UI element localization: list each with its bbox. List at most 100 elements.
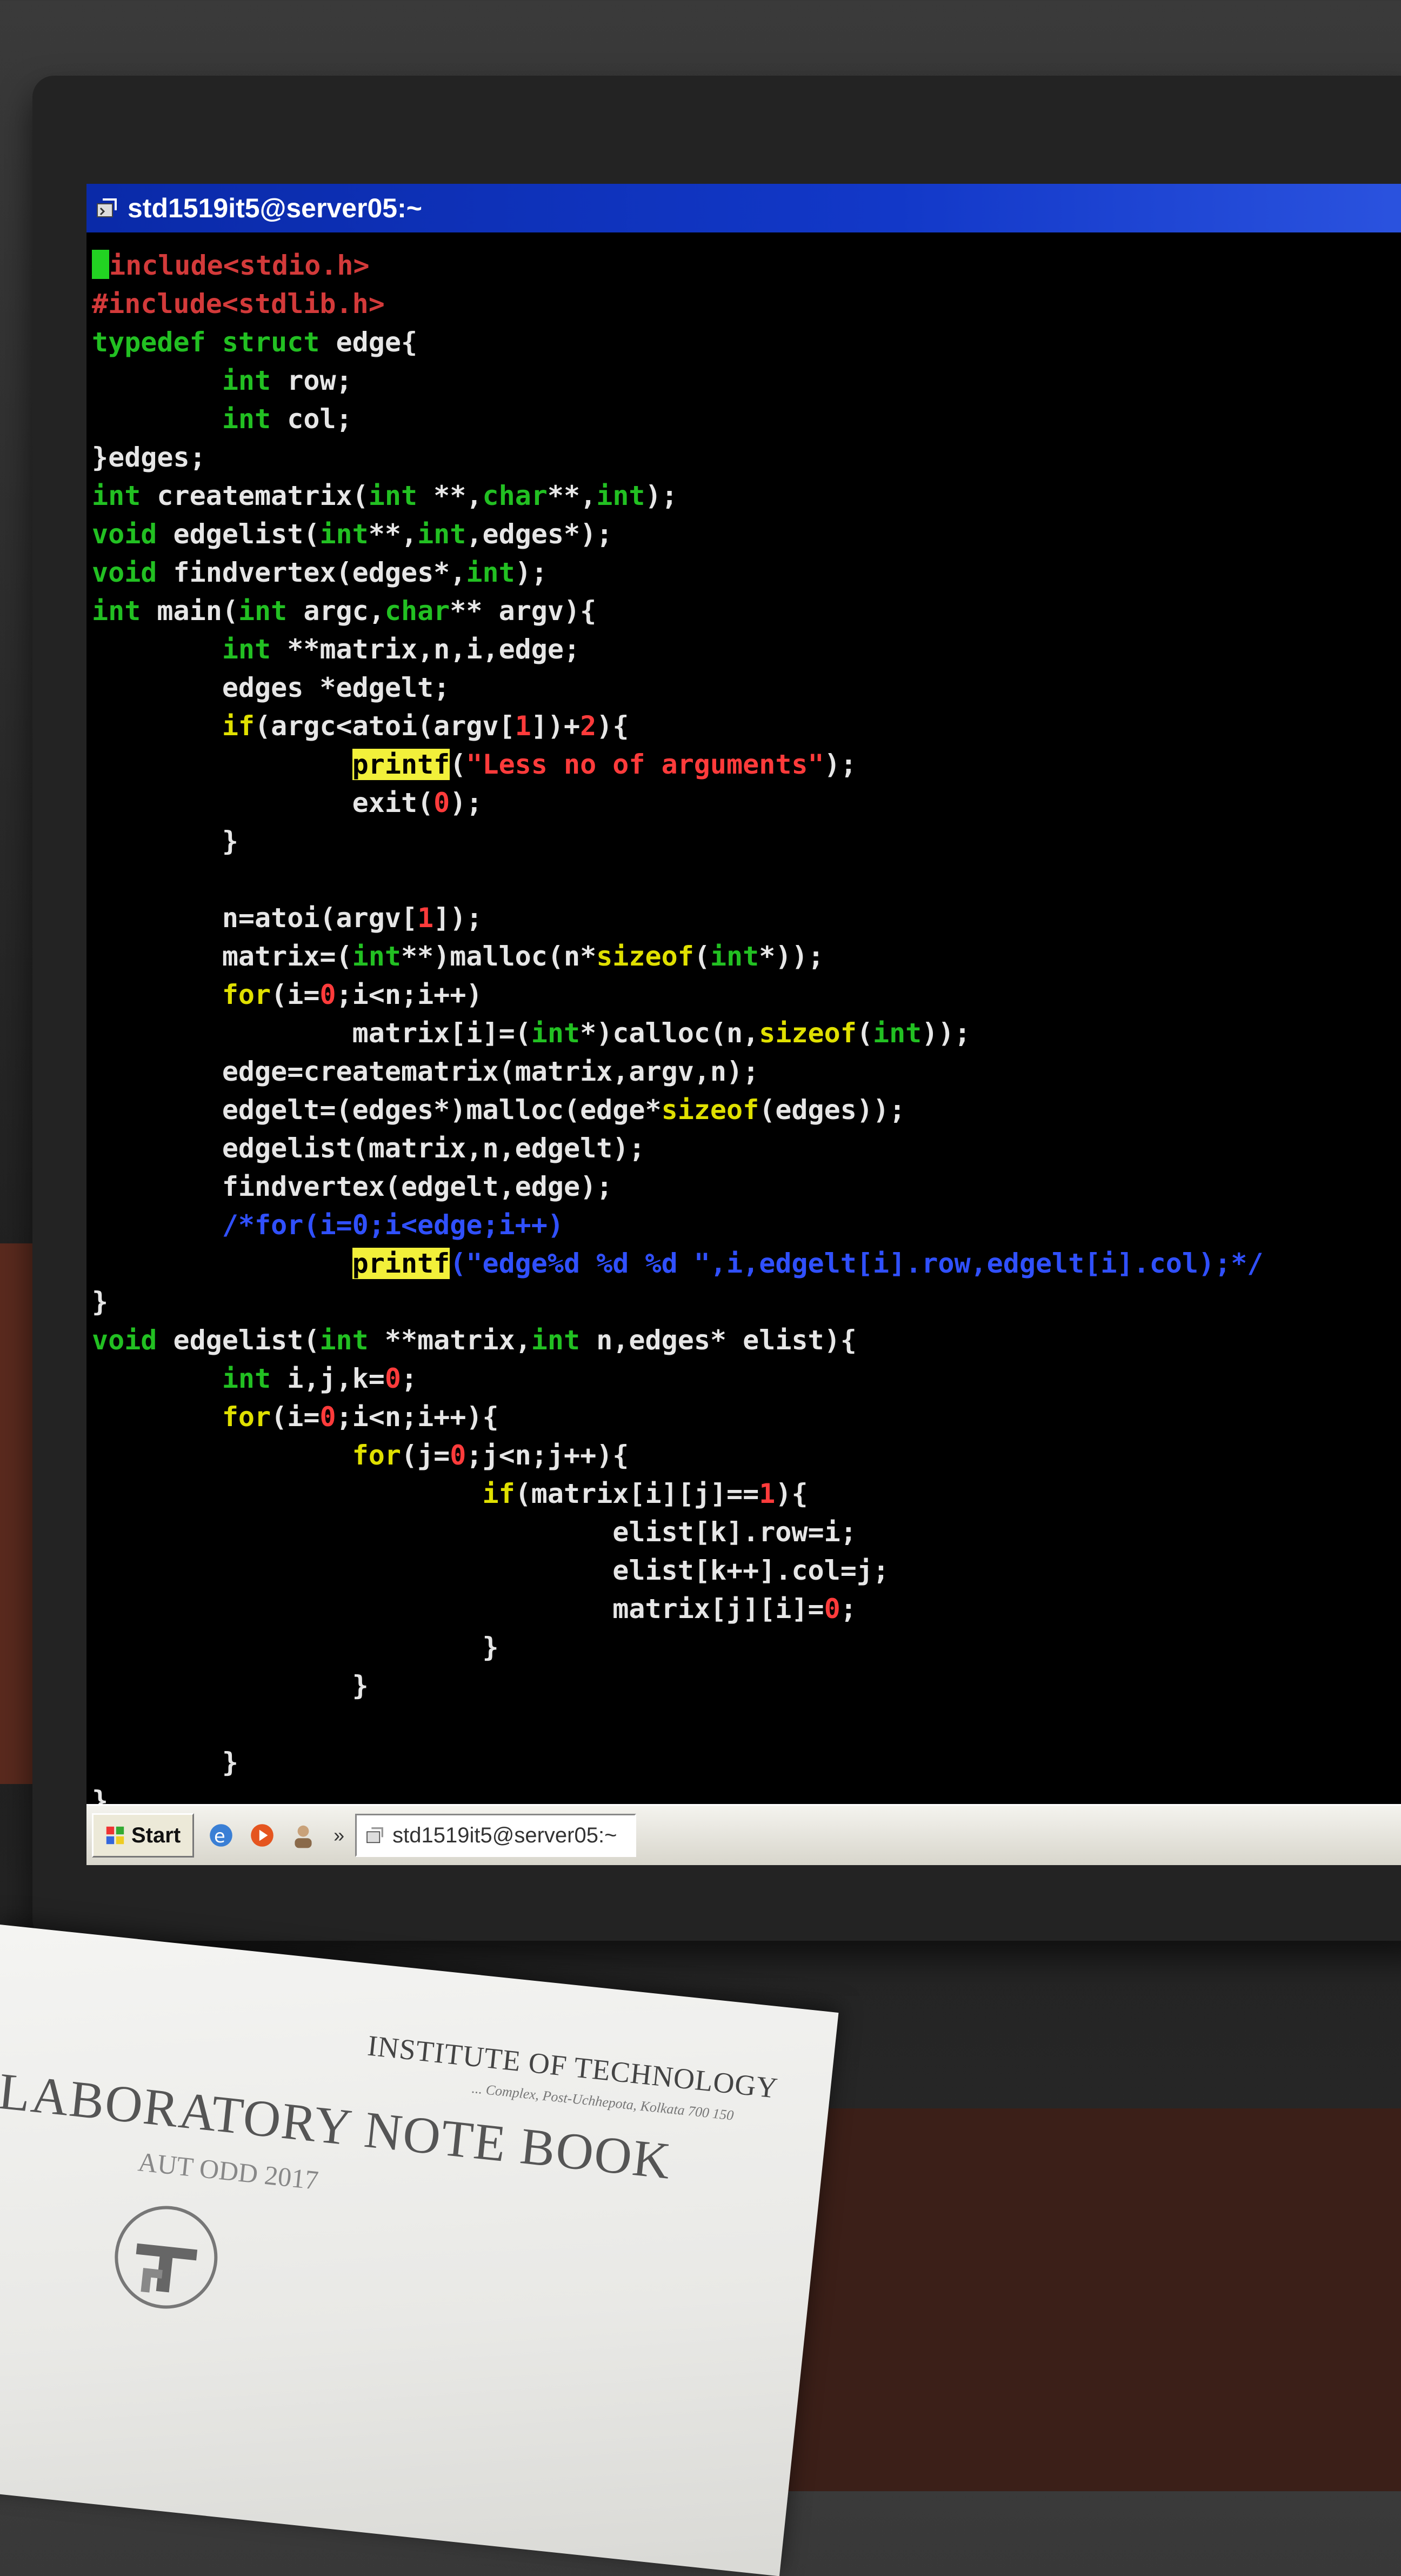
- code-line: int creatematrix(int **,char**,int);: [86, 477, 1401, 515]
- code-token: 0: [319, 979, 336, 1010]
- code-token: int: [92, 480, 141, 511]
- code-token: findvertex(edges*,: [157, 557, 466, 588]
- code-token: edges *edgelt;: [92, 672, 450, 703]
- code-token: ,edges*);: [466, 518, 613, 550]
- code-token: edgelt=(edges*)malloc(edge*: [92, 1094, 662, 1126]
- code-line: findvertex(edgelt,edge);: [86, 1168, 1401, 1206]
- code-token: int: [319, 1324, 369, 1356]
- code-line: }: [86, 1667, 1401, 1705]
- start-button[interactable]: Start: [92, 1813, 195, 1858]
- code-token: edge{: [319, 327, 418, 358]
- code-token: void: [92, 518, 157, 550]
- code-token: );: [645, 480, 678, 511]
- code-line: int i,j,k=0;: [86, 1360, 1401, 1398]
- code-line: matrix=(int**)malloc(n*sizeof(int*));: [86, 937, 1401, 976]
- code-token: ;: [401, 1363, 418, 1394]
- code-line: include<stdio.h>: [86, 247, 1401, 285]
- code-line: if(matrix[i][j]==1){: [86, 1475, 1401, 1513]
- code-token: int: [531, 1017, 581, 1049]
- screen: std1519it5@server05:~ include<stdio.h> #i…: [86, 184, 1401, 1865]
- code-token: **,: [368, 518, 418, 550]
- code-token: sizeof: [596, 941, 694, 972]
- code-token: int: [222, 365, 271, 396]
- code-line: }: [86, 1283, 1401, 1321]
- code-line: void edgelist(int **matrix,int n,edges* …: [86, 1321, 1401, 1360]
- code-token: edgelist(: [157, 1324, 320, 1356]
- window-title: std1519it5@server05:~: [128, 193, 422, 223]
- code-line: edges *edgelt;: [86, 669, 1401, 707]
- text-cursor: [92, 250, 109, 279]
- code-token: ){: [596, 710, 629, 742]
- code-token: **,: [417, 480, 483, 511]
- code-token: (: [856, 1017, 873, 1049]
- code-token: ));: [922, 1017, 971, 1049]
- internet-explorer-icon[interactable]: e: [207, 1821, 235, 1849]
- taskbar: Start e » std1519it5@server05:~: [86, 1804, 1401, 1865]
- code-line: int **matrix,n,i,edge;: [86, 630, 1401, 669]
- code-token: #include<stdlib.h>: [92, 288, 385, 319]
- terminal-app-icon: [97, 198, 117, 217]
- code-token: edgelist(: [157, 518, 320, 550]
- code-token: **,: [547, 480, 597, 511]
- code-token: char: [482, 480, 548, 511]
- code-token: sizeof: [759, 1017, 857, 1049]
- user-icon[interactable]: [289, 1821, 317, 1849]
- code-token: 0: [824, 1593, 840, 1625]
- media-player-icon[interactable]: [248, 1821, 276, 1849]
- code-line: if(argc<atoi(argv[1])+2){: [86, 707, 1401, 745]
- code-token: matrix[i]=(: [92, 1017, 531, 1049]
- institute-logo-icon: [115, 2206, 218, 2309]
- code-token: include<stdio.h>: [109, 250, 370, 281]
- code-token: exit(: [92, 787, 434, 818]
- code-line: printf("Less no of arguments");: [86, 745, 1401, 784]
- code-token: int: [222, 634, 271, 665]
- code-token: int: [319, 518, 369, 550]
- code-token: **matrix,: [368, 1324, 531, 1356]
- code-token: **)malloc(n*: [401, 941, 597, 972]
- code-token: }edges;: [92, 442, 206, 473]
- code-token: );: [515, 557, 548, 588]
- code-token: for: [222, 979, 271, 1010]
- code-line: for(j=0;j<n;j++){: [86, 1436, 1401, 1475]
- code-token: 0: [433, 787, 450, 818]
- code-token: (edges));: [759, 1094, 906, 1126]
- code-token: matrix=(: [92, 941, 352, 972]
- code-token: (j=: [401, 1440, 450, 1471]
- code-token: ]);: [433, 902, 483, 934]
- code-token: "Less no of arguments": [466, 749, 824, 780]
- code-token: char: [384, 595, 450, 627]
- taskbar-window-button[interactable]: std1519it5@server05:~: [355, 1814, 637, 1857]
- code-line: int col;: [86, 400, 1401, 438]
- code-line: }edges;: [86, 438, 1401, 477]
- code-token: ;i<n;i++): [336, 979, 483, 1010]
- code-token: int: [710, 941, 759, 972]
- code-token: int: [466, 557, 515, 588]
- code-token: edge=creatematrix(matrix,argv,n);: [92, 1056, 759, 1087]
- code-line: elist[k].row=i;: [86, 1513, 1401, 1552]
- code-token: sizeof: [661, 1094, 759, 1126]
- terminal-body[interactable]: include<stdio.h> #include<stdlib.h> typede…: [86, 236, 1401, 1865]
- code-token: int: [222, 1363, 271, 1394]
- code-line: }: [86, 822, 1401, 861]
- code-token: int: [238, 595, 288, 627]
- code-token: int: [596, 480, 645, 511]
- code-token: 0: [384, 1363, 401, 1394]
- code-token: }: [92, 826, 238, 857]
- window-titlebar[interactable]: std1519it5@server05:~: [86, 184, 1401, 232]
- laboratory-notebook: INSTITUTE OF TECHNOLOGY ... Complex, Pos…: [0, 1925, 839, 2576]
- code-token: edgelist(matrix,n,edgelt);: [92, 1133, 645, 1164]
- code-token: int: [92, 595, 141, 627]
- code-token: (argc<atoi(argv[: [255, 710, 515, 742]
- quicklaunch-chevron-icon[interactable]: »: [333, 1824, 344, 1847]
- code-token: int: [417, 518, 466, 550]
- code-token: ;i<n;i++){: [336, 1401, 499, 1433]
- code-token: ){: [775, 1478, 808, 1509]
- taskbar-window-label: std1519it5@server05:~: [392, 1823, 617, 1847]
